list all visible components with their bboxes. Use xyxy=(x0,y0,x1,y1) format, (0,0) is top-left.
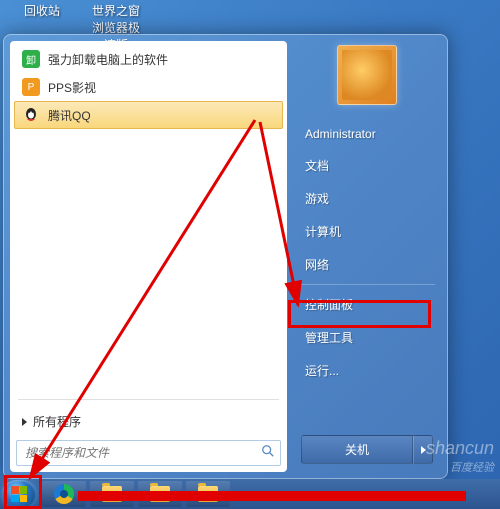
qq-icon xyxy=(22,106,40,124)
arrow-right-icon xyxy=(22,418,27,426)
taskbar xyxy=(0,479,500,509)
user-name[interactable]: Administrator xyxy=(287,119,447,149)
menu-computer[interactable]: 计算机 xyxy=(287,215,447,248)
program-label: 腾讯QQ xyxy=(48,107,91,124)
search-box xyxy=(16,440,281,466)
menu-run[interactable]: 运行... xyxy=(287,354,447,387)
program-item[interactable]: P PPS影视 xyxy=(14,73,283,101)
menu-games[interactable]: 游戏 xyxy=(287,182,447,215)
start-menu-left-pane: 卸 强力卸载电脑上的软件 P PPS影视 腾讯QQ 所有程序 xyxy=(10,41,287,472)
program-item[interactable]: 卸 强力卸载电脑上的软件 xyxy=(14,45,283,73)
start-button[interactable] xyxy=(2,480,36,508)
shutdown-button[interactable]: 关机 xyxy=(301,435,413,464)
menu-admin-tools[interactable]: 管理工具 xyxy=(287,321,447,354)
taskbar-item-folder[interactable] xyxy=(138,481,182,507)
folder-icon xyxy=(198,486,218,502)
menu-network[interactable]: 网络 xyxy=(287,248,447,281)
program-label: 强力卸载电脑上的软件 xyxy=(48,51,168,68)
divider xyxy=(18,399,279,400)
user-picture[interactable] xyxy=(337,45,397,105)
program-list: 卸 强力卸载电脑上的软件 P PPS影视 腾讯QQ xyxy=(10,41,287,396)
uninstall-icon: 卸 xyxy=(22,50,40,68)
all-programs-button[interactable]: 所有程序 xyxy=(10,403,287,440)
menu-control-panel[interactable]: 控制面板 xyxy=(287,288,447,321)
divider xyxy=(299,284,435,285)
start-menu: 卸 强力卸载电脑上的软件 P PPS影视 腾讯QQ 所有程序 xyxy=(3,34,448,479)
windows-logo-icon xyxy=(11,486,27,502)
folder-icon xyxy=(150,486,170,502)
pps-icon: P xyxy=(22,78,40,96)
taskbar-item-folder[interactable] xyxy=(186,481,230,507)
search-icon xyxy=(261,444,275,458)
taskbar-item-browser[interactable] xyxy=(42,481,86,507)
watermark: shancun 百度经验 xyxy=(426,438,494,475)
chevron-right-icon xyxy=(421,446,426,454)
shutdown-group: 关机 xyxy=(301,435,433,464)
all-programs-label: 所有程序 xyxy=(33,413,81,430)
taskbar-item-explorer[interactable] xyxy=(90,481,134,507)
browser-icon xyxy=(54,484,74,504)
menu-documents[interactable]: 文档 xyxy=(287,149,447,182)
search-input[interactable] xyxy=(16,440,281,466)
start-menu-right-pane: Administrator 文档 游戏 计算机 网络 控制面板 管理工具 运行.… xyxy=(287,35,447,478)
program-label: PPS影视 xyxy=(48,79,96,96)
program-item-selected[interactable]: 腾讯QQ xyxy=(14,101,283,129)
folder-icon xyxy=(102,486,122,502)
